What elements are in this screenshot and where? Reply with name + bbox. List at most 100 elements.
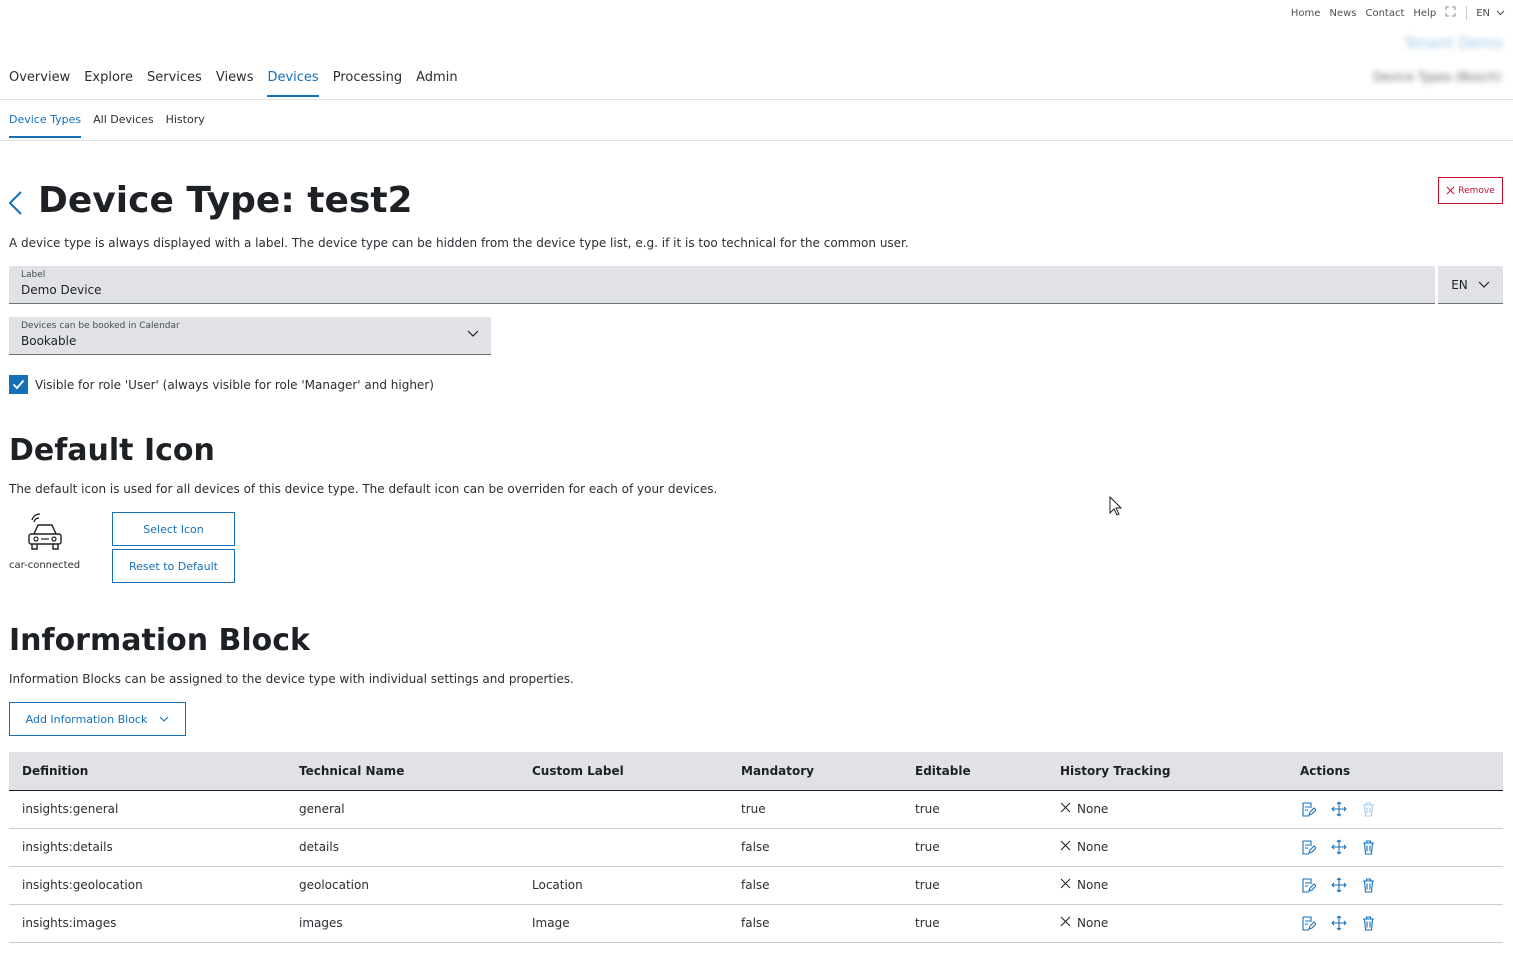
label-language-value: EN [1451,277,1468,292]
cell-mandatory: false [728,828,902,867]
page-description: A device type is always displayed with a… [9,236,909,250]
tab-device-types[interactable]: Device Types [9,113,82,138]
trash-icon[interactable] [1360,915,1377,932]
nav-item-admin[interactable]: Admin [416,70,457,97]
cell-definition: insights:geolocation [9,866,286,905]
table-row: insights:general general true true None [9,790,1503,829]
nav-item-overview[interactable]: Overview [9,70,70,97]
cell-history-tracking: None [1047,828,1287,867]
edit-icon[interactable] [1300,915,1317,932]
language-selector[interactable]: EN [1476,8,1505,19]
reset-to-default-button[interactable]: Reset to Default [112,549,235,583]
info-block-description: Information Blocks can be assigned to th… [9,672,574,686]
visibility-checkbox[interactable] [9,375,28,394]
edit-icon[interactable] [1300,877,1317,894]
trash-icon[interactable] [1360,877,1377,894]
select-icon-button[interactable]: Select Icon [112,512,235,546]
column-header-history-tracking[interactable]: History Tracking [1047,752,1287,791]
cell-mandatory: false [728,904,902,943]
nav-item-explore[interactable]: Explore [84,70,133,97]
cell-custom-label: Image [519,904,728,943]
trash-icon[interactable] [1360,839,1377,856]
label-field[interactable]: Label Demo Device [9,266,1435,304]
nav-item-services[interactable]: Services [147,70,202,97]
move-icon[interactable] [1330,839,1347,856]
cell-technical-name: geolocation [286,866,519,905]
car-connected-icon [24,512,66,552]
page-title: Device Type: test2 [38,180,413,221]
nav-item-processing[interactable]: Processing [333,70,402,97]
close-icon [1060,840,1071,854]
table-header-row: Definition Technical Name Custom Label M… [9,752,1503,791]
chevron-left-icon [8,191,22,215]
calendar-booking-select[interactable]: Devices can be booked in Calendar Bookab… [9,317,491,355]
mouse-cursor-icon [1109,496,1123,516]
back-button[interactable] [7,190,25,216]
divider [0,140,1513,141]
cell-history-tracking: None [1047,790,1287,829]
cell-definition: insights:details [9,828,286,867]
util-link-home[interactable]: Home [1291,8,1321,19]
column-header-technical-name[interactable]: Technical Name [286,752,519,791]
cell-technical-name: details [286,828,519,867]
history-value: None [1077,878,1109,892]
edit-icon[interactable] [1300,801,1317,818]
info-block-table: Definition Technical Name Custom Label M… [9,752,1503,943]
tab-all-devices[interactable]: All Devices [93,113,153,138]
cell-definition: insights:images [9,904,286,943]
util-link-help[interactable]: Help [1413,8,1436,19]
move-icon[interactable] [1330,877,1347,894]
column-header-mandatory[interactable]: Mandatory [728,752,902,791]
cell-definition: insights:general [9,790,286,829]
chevron-down-icon [1496,10,1505,16]
table-body: insights:general general true true None insig… [9,790,1503,943]
cell-history-tracking: None [1047,904,1287,943]
move-icon[interactable] [1330,801,1347,818]
info-block-title: Information Block [9,623,311,658]
utility-nav: Home News Contact Help EN [1282,6,1505,20]
close-icon [1060,916,1071,930]
default-icon-title: Default Icon [9,433,215,468]
add-information-block-label: Add Information Block [25,712,148,726]
table-row: insights:geolocation geolocation Location f… [9,866,1503,905]
history-value: None [1077,840,1109,854]
close-icon [1060,802,1071,816]
close-icon [1446,186,1455,195]
label-language-select[interactable]: EN [1438,266,1503,304]
add-information-block-button[interactable]: Add Information Block [9,702,186,736]
nav-item-devices[interactable]: Devices [267,70,319,97]
cell-technical-name: general [286,790,519,829]
cell-actions [1287,904,1503,943]
column-header-custom-label[interactable]: Custom Label [519,752,728,791]
checkmark-icon [12,379,25,390]
remove-button[interactable]: Remove [1438,177,1503,204]
language-label: EN [1476,7,1490,19]
cell-custom-label: Location [519,866,728,905]
divider [0,99,1513,100]
history-value: None [1077,916,1109,930]
cell-editable: true [902,904,1047,943]
cell-mandatory: true [728,790,902,829]
move-icon[interactable] [1330,915,1347,932]
table-row: insights:images images Image false true None [9,904,1503,943]
user-menu[interactable]: Device Types (Bosch) [1373,70,1501,84]
edit-icon[interactable] [1300,839,1317,856]
column-header-editable[interactable]: Editable [902,752,1047,791]
column-header-definition[interactable]: Definition [9,752,286,791]
nav-item-views[interactable]: Views [216,70,254,97]
util-link-news[interactable]: News [1329,8,1356,19]
main-nav: Overview Explore Services Views Devices … [9,70,472,97]
chevron-down-icon [159,716,169,722]
sub-nav: Device Types All Devices History [9,113,217,138]
visibility-option: Visible for role 'User' (always visible … [9,375,434,394]
cell-custom-label [519,828,728,867]
cell-actions [1287,866,1503,905]
tenant-name: Tenant Demo [1403,34,1503,52]
tab-history[interactable]: History [166,113,205,138]
visibility-label: Visible for role 'User' (always visible … [35,377,434,392]
util-link-contact[interactable]: Contact [1365,8,1404,19]
fullscreen-icon[interactable] [1445,6,1456,20]
divider [1466,6,1468,20]
cell-history-tracking: None [1047,866,1287,905]
chevron-down-icon [467,330,479,337]
